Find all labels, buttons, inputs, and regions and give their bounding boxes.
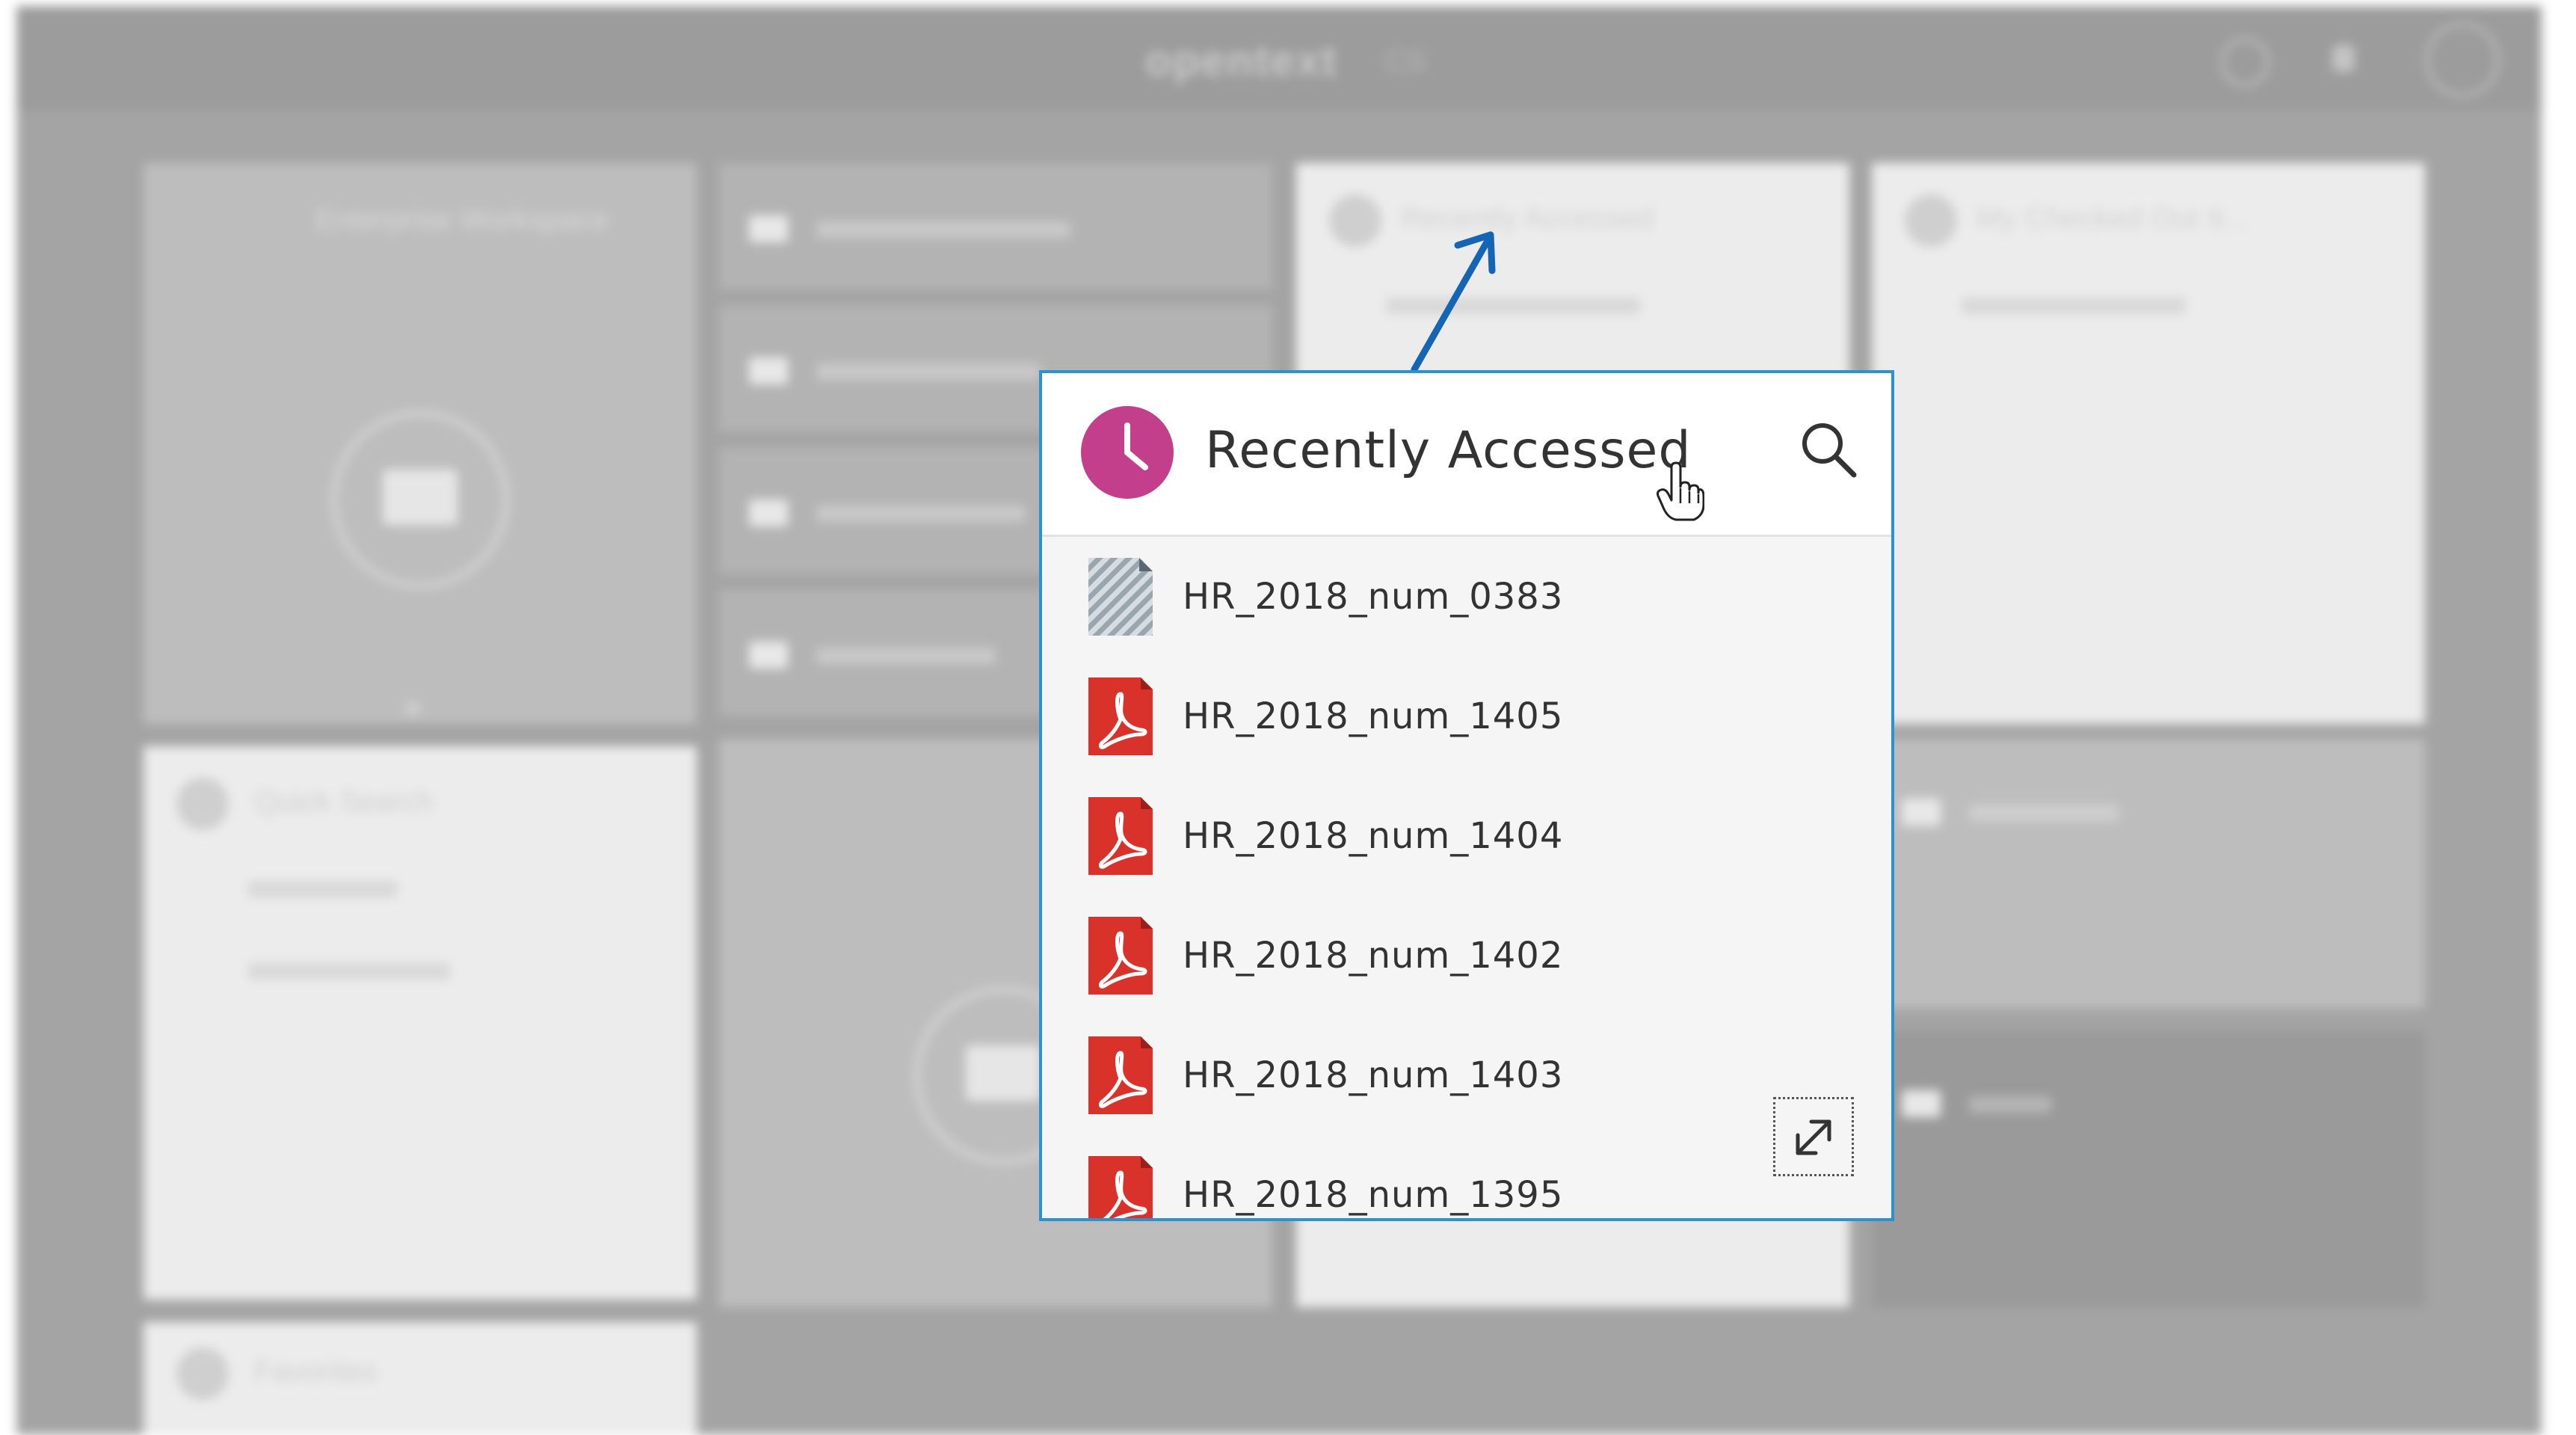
widget-header: Recently Accessed	[1042, 373, 1891, 537]
item-name: HR_2018_num_1395	[1183, 1174, 1564, 1216]
folder-tile[interactable]	[1872, 1030, 2425, 1307]
list-line	[248, 963, 450, 980]
app-header: opentext CS	[16, 6, 2542, 111]
recently-accessed-widget[interactable]: Recently Accessed HR_2018_num_0383 HR_20…	[1039, 370, 1894, 1221]
quick-search-icon	[176, 778, 229, 830]
list-line	[248, 881, 398, 897]
item-name: HR_2018_num_1405	[1183, 695, 1564, 737]
folder-tile[interactable]	[719, 163, 1272, 290]
list-item[interactable]: HR_2018_num_1395	[1042, 1135, 1891, 1218]
folder-icon	[1902, 799, 1941, 826]
folder-icon	[1902, 1090, 1941, 1117]
hand-cursor-icon	[1657, 461, 1704, 521]
checked-out-icon	[1905, 194, 1957, 247]
clock-icon	[1081, 406, 1174, 499]
folder-label	[1969, 1096, 2051, 1113]
folder-icon	[749, 357, 788, 384]
pdf-icon	[1088, 1156, 1153, 1218]
checked-out-title: My Checked Out It...	[1976, 202, 2249, 235]
folder-icon	[749, 500, 788, 526]
favorites-tile[interactable]: Favorites	[144, 1322, 697, 1435]
folder-label	[816, 506, 1026, 522]
favorites-title: Favorites	[254, 1355, 378, 1388]
pdf-icon	[1088, 797, 1153, 875]
header-notification-icon[interactable]	[2332, 45, 2355, 72]
list-item[interactable]: HR_2018_num_1404	[1042, 776, 1891, 896]
quick-search-tile[interactable]: Quick Search	[144, 746, 697, 1300]
folder-tile[interactable]	[1872, 739, 2425, 1008]
enterprise-workspace-title: Enterprise Workspace	[315, 203, 609, 236]
list-item[interactable]: HR_2018_num_1405	[1042, 657, 1891, 776]
pager-dot	[405, 701, 420, 716]
folder-label	[816, 363, 1041, 380]
folder-icon	[749, 215, 788, 242]
recently-accessed-icon	[1329, 194, 1381, 247]
pointer-arrow	[1411, 231, 1496, 373]
logo-subtitle: CS	[1384, 45, 1426, 78]
item-name: HR_2018_num_1402	[1183, 935, 1564, 977]
folder-label	[816, 221, 1070, 238]
quick-search-title: Quick Search	[254, 785, 434, 818]
generic-document-icon	[1088, 558, 1153, 636]
list-item[interactable]: HR_2018_num_1403	[1042, 1015, 1891, 1135]
pdf-icon	[1088, 1036, 1153, 1114]
item-name: HR_2018_num_1403	[1183, 1054, 1564, 1096]
enterprise-workspace-tile[interactable]: Enterprise Workspace	[144, 163, 697, 724]
list-line	[1962, 298, 2186, 314]
header-user-avatar[interactable]	[2425, 22, 2500, 97]
search-icon[interactable]	[1797, 418, 1860, 481]
folder-label	[816, 648, 996, 664]
expand-icon	[1796, 1119, 1831, 1155]
list-item[interactable]: HR_2018_num_0383	[1042, 537, 1891, 657]
folder-icon	[749, 642, 788, 669]
favorites-icon	[176, 1348, 229, 1400]
folder-icon	[966, 1045, 1041, 1101]
opentext-logo: opentext	[1145, 37, 1338, 85]
item-name: HR_2018_num_0383	[1183, 576, 1564, 618]
widget-title: Recently Accessed	[1205, 421, 1692, 480]
header-search-icon[interactable]	[2220, 37, 2270, 87]
folder-icon	[383, 470, 457, 525]
item-name: HR_2018_num_1404	[1183, 815, 1564, 857]
checked-out-tile[interactable]: My Checked Out It...	[1872, 163, 2425, 724]
list-item[interactable]: HR_2018_num_1402	[1042, 896, 1891, 1015]
pdf-icon	[1088, 917, 1153, 995]
pdf-icon	[1088, 677, 1153, 755]
expand-button[interactable]	[1773, 1097, 1854, 1176]
folder-label	[1969, 805, 2119, 821]
